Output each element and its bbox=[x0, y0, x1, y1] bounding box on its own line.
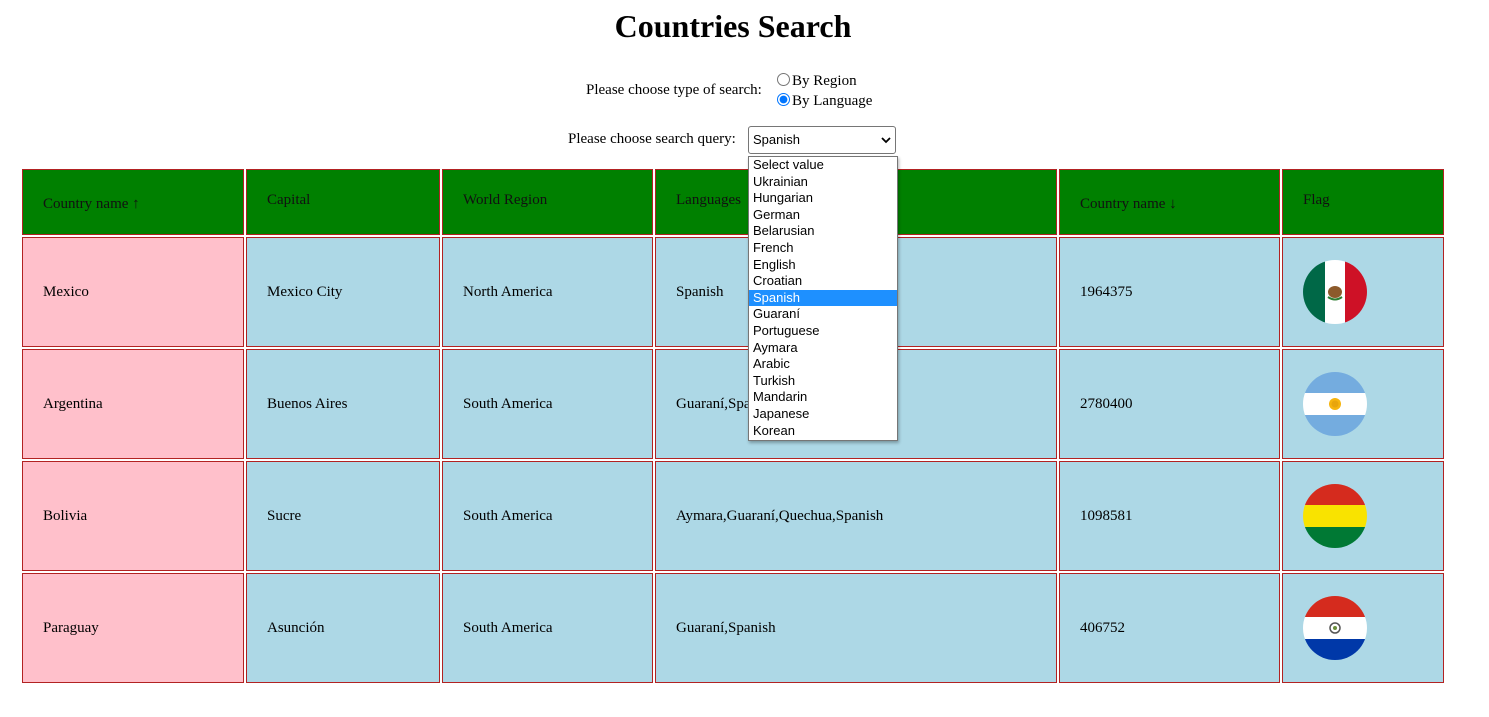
search-query-select[interactable]: Spanish bbox=[748, 126, 896, 154]
dropdown-option[interactable]: Japanese bbox=[749, 406, 897, 423]
dropdown-option[interactable]: Mandarin bbox=[749, 389, 897, 406]
cell-capital: Asunción bbox=[246, 573, 440, 683]
header-country-name-asc[interactable]: Country name ↑ bbox=[22, 169, 244, 235]
cell-region: North America bbox=[442, 237, 653, 347]
cell-country-name: Paraguay bbox=[22, 573, 244, 683]
dropdown-option[interactable]: English bbox=[749, 257, 897, 274]
dropdown-option[interactable]: Hungarian bbox=[749, 190, 897, 207]
table-header-row: Country name ↑ Capital World Region Lang… bbox=[22, 169, 1444, 235]
dropdown-option[interactable]: German bbox=[749, 207, 897, 224]
dropdown-option[interactable]: Korean bbox=[749, 423, 897, 440]
chevron-down-icon bbox=[881, 137, 891, 144]
dropdown-option[interactable]: Select value bbox=[749, 157, 897, 174]
table-row: Paraguay Asunción South America Guaraní,… bbox=[22, 573, 1444, 683]
cell-area: 1098581 bbox=[1059, 461, 1280, 571]
paraguay-flag-icon bbox=[1303, 596, 1367, 660]
cell-languages: Aymara,Guaraní,Quechua,Spanish bbox=[655, 461, 1057, 571]
cell-region: South America bbox=[442, 573, 653, 683]
dropdown-option[interactable]: Aymara bbox=[749, 340, 897, 357]
dropdown-option[interactable]: Turkish bbox=[749, 373, 897, 390]
table-row: Bolivia Sucre South America Aymara,Guara… bbox=[22, 461, 1444, 571]
cell-capital: Sucre bbox=[246, 461, 440, 571]
header-flag: Flag bbox=[1282, 169, 1444, 235]
argentina-flag-icon bbox=[1303, 372, 1367, 436]
radio-by-region[interactable]: By Region bbox=[777, 72, 857, 90]
radio-by-language[interactable]: By Language bbox=[777, 92, 872, 110]
search-query-label: Please choose search query: bbox=[568, 131, 736, 147]
cell-area: 2780400 bbox=[1059, 349, 1280, 459]
radio-by-region-label: By Region bbox=[792, 73, 857, 89]
countries-table: Country name ↑ Capital World Region Lang… bbox=[20, 167, 1446, 685]
dropdown-option[interactable]: Guaraní bbox=[749, 306, 897, 323]
dropdown-option[interactable]: Arabic bbox=[749, 356, 897, 373]
bolivia-flag-icon bbox=[1303, 484, 1367, 548]
dropdown-option[interactable]: Croatian bbox=[749, 273, 897, 290]
header-country-name-desc[interactable]: Country name ↓ bbox=[1059, 169, 1280, 235]
dropdown-option[interactable]: Portuguese bbox=[749, 323, 897, 340]
cell-area: 1964375 bbox=[1059, 237, 1280, 347]
cell-flag bbox=[1282, 237, 1444, 347]
page-title: Countries Search bbox=[614, 8, 852, 44]
cell-languages: Guaraní,Spanish bbox=[655, 573, 1057, 683]
cell-flag bbox=[1282, 349, 1444, 459]
dropdown-option-selected[interactable]: Spanish bbox=[749, 289, 897, 307]
header-world-region: World Region bbox=[442, 169, 653, 235]
cell-country-name: Bolivia bbox=[22, 461, 244, 571]
cell-flag bbox=[1282, 461, 1444, 571]
cell-capital: Mexico City bbox=[246, 237, 440, 347]
cell-country-name: Mexico bbox=[22, 237, 244, 347]
dropdown-option[interactable]: French bbox=[749, 240, 897, 257]
dropdown-option[interactable]: Ukrainian bbox=[749, 174, 897, 191]
cell-flag bbox=[1282, 573, 1444, 683]
table-row: Argentina Buenos Aires South America Gua… bbox=[22, 349, 1444, 459]
search-type-label: Please choose type of search: bbox=[586, 82, 762, 98]
cell-area: 406752 bbox=[1059, 573, 1280, 683]
radio-by-language-input[interactable] bbox=[777, 93, 790, 106]
cell-region: South America bbox=[442, 349, 653, 459]
search-query-dropdown-list[interactable]: Select value Ukrainian Hungarian German … bbox=[748, 156, 898, 441]
mexico-flag-icon bbox=[1303, 260, 1367, 324]
cell-region: South America bbox=[442, 461, 653, 571]
radio-by-language-label: By Language bbox=[792, 93, 873, 109]
search-query-selected-value: Spanish bbox=[753, 132, 800, 147]
radio-by-region-input[interactable] bbox=[777, 73, 790, 86]
header-capital: Capital bbox=[246, 169, 440, 235]
cell-country-name: Argentina bbox=[22, 349, 244, 459]
table-row: Mexico Mexico City North America Spanish… bbox=[22, 237, 1444, 347]
cell-capital: Buenos Aires bbox=[246, 349, 440, 459]
dropdown-option[interactable]: Belarusian bbox=[749, 223, 897, 240]
